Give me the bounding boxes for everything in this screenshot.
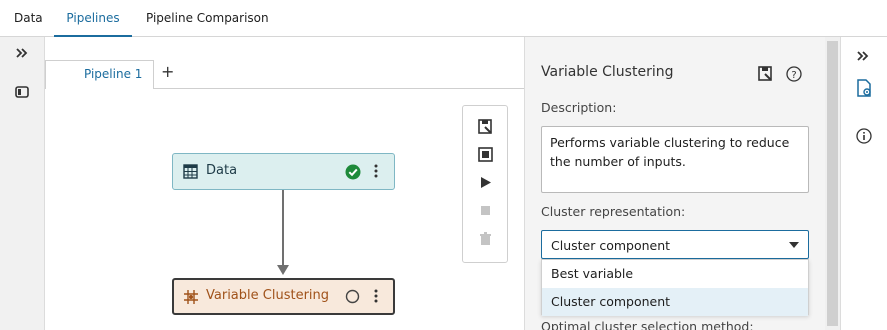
properties-panel: Variable Clustering ? Description: Perfo… — [524, 37, 825, 330]
tab-strip-divider — [153, 88, 524, 89]
tab-pipelines[interactable]: Pipelines — [54, 0, 132, 37]
optimal-cluster-selection-label: Optimal cluster selection method: — [541, 319, 754, 330]
tab-data[interactable]: Data — [14, 0, 43, 37]
panel-toggle-icon[interactable] — [13, 83, 31, 101]
pipeline-tab-label: Pipeline 1 — [84, 67, 143, 81]
node-properties-icon[interactable] — [856, 79, 872, 101]
panel-title: Variable Clustering — [541, 64, 674, 80]
run-icon[interactable] — [478, 175, 493, 190]
cluster-representation-label: Cluster representation: — [541, 204, 686, 219]
delete-icon — [478, 231, 493, 246]
variable-clustering-node[interactable]: Variable Clustering — [172, 278, 395, 315]
scrollbar-thumb[interactable] — [827, 41, 838, 326]
connector-arrowhead — [277, 265, 289, 275]
save-icon[interactable] — [478, 119, 493, 134]
panel-scrollbar[interactable] — [825, 37, 840, 330]
success-check-icon — [345, 164, 361, 184]
tab-pipeline-comparison[interactable]: Pipeline Comparison — [146, 0, 269, 37]
help-icon[interactable]: ? — [786, 66, 802, 86]
stop-icon[interactable] — [478, 147, 493, 162]
select-value: Cluster component — [551, 238, 671, 253]
data-node-label: Data — [206, 163, 238, 178]
right-rail — [840, 37, 887, 330]
save-icon[interactable] — [758, 66, 773, 85]
status-pending-icon — [345, 289, 360, 308]
svg-text:?: ? — [791, 70, 796, 81]
data-table-icon — [183, 164, 198, 183]
data-node[interactable]: Data — [172, 153, 395, 190]
variable-clustering-node-label: Variable Clustering — [206, 288, 330, 303]
pipeline-canvas[interactable]: Pipeline 1 + Data Variable Clustering — [45, 37, 524, 330]
info-icon[interactable] — [856, 128, 872, 148]
node-menu-icon[interactable] — [374, 288, 378, 308]
left-rail — [0, 37, 45, 330]
add-pipeline-button[interactable]: + — [161, 62, 174, 81]
pipeline-connector — [282, 190, 284, 269]
node-menu-icon[interactable] — [374, 163, 378, 183]
double-chevron-right-icon[interactable] — [13, 44, 31, 62]
description-label: Description: — [541, 100, 617, 115]
option-best-variable[interactable]: Best variable — [542, 260, 808, 288]
clustering-icon — [183, 289, 199, 309]
option-cluster-component[interactable]: Cluster component — [542, 288, 808, 316]
cluster-representation-dropdown: Best variable Cluster component — [541, 259, 809, 316]
top-tab-bar: Data Pipelines Pipeline Comparison — [0, 0, 887, 37]
caret-down-icon — [789, 242, 799, 248]
canvas-toolbar — [462, 105, 508, 263]
description-field[interactable]: Performs variable clustering to reduce t… — [541, 126, 809, 193]
cluster-representation-select[interactable]: Cluster component — [541, 230, 809, 259]
double-chevron-right-icon[interactable] — [857, 46, 869, 65]
pause-icon — [478, 203, 493, 218]
pipeline-tab[interactable]: Pipeline 1 — [45, 60, 154, 89]
